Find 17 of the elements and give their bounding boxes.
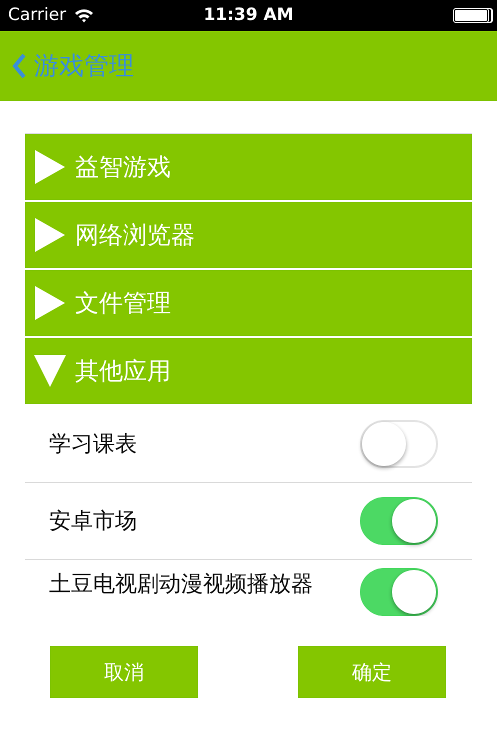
action-button[interactable]: 取消 [50,646,198,698]
group-header[interactable]: 文件管理 [25,270,472,338]
toggle-switch[interactable] [360,420,438,468]
row-label: 学习课表 [49,430,137,458]
carrier-label: Carrier [8,4,66,27]
group-header[interactable]: 网络浏览器 [25,202,472,270]
back-button[interactable]: 游戏管理 [12,47,134,85]
action-button[interactable]: 确定 [298,646,446,698]
row-label: 安卓市场 [49,508,137,536]
status-time: 11:39 AM [203,4,294,27]
toggle-switch[interactable] [360,497,438,545]
group-header[interactable]: 益智游戏 [25,134,472,202]
back-chevron-icon [12,53,26,79]
wifi-icon [74,8,94,23]
row-label: 土豆电视剧动漫视频播放器 [49,571,313,599]
group-header[interactable]: 其他应用 [25,338,472,406]
toggle-switch[interactable] [360,568,438,616]
